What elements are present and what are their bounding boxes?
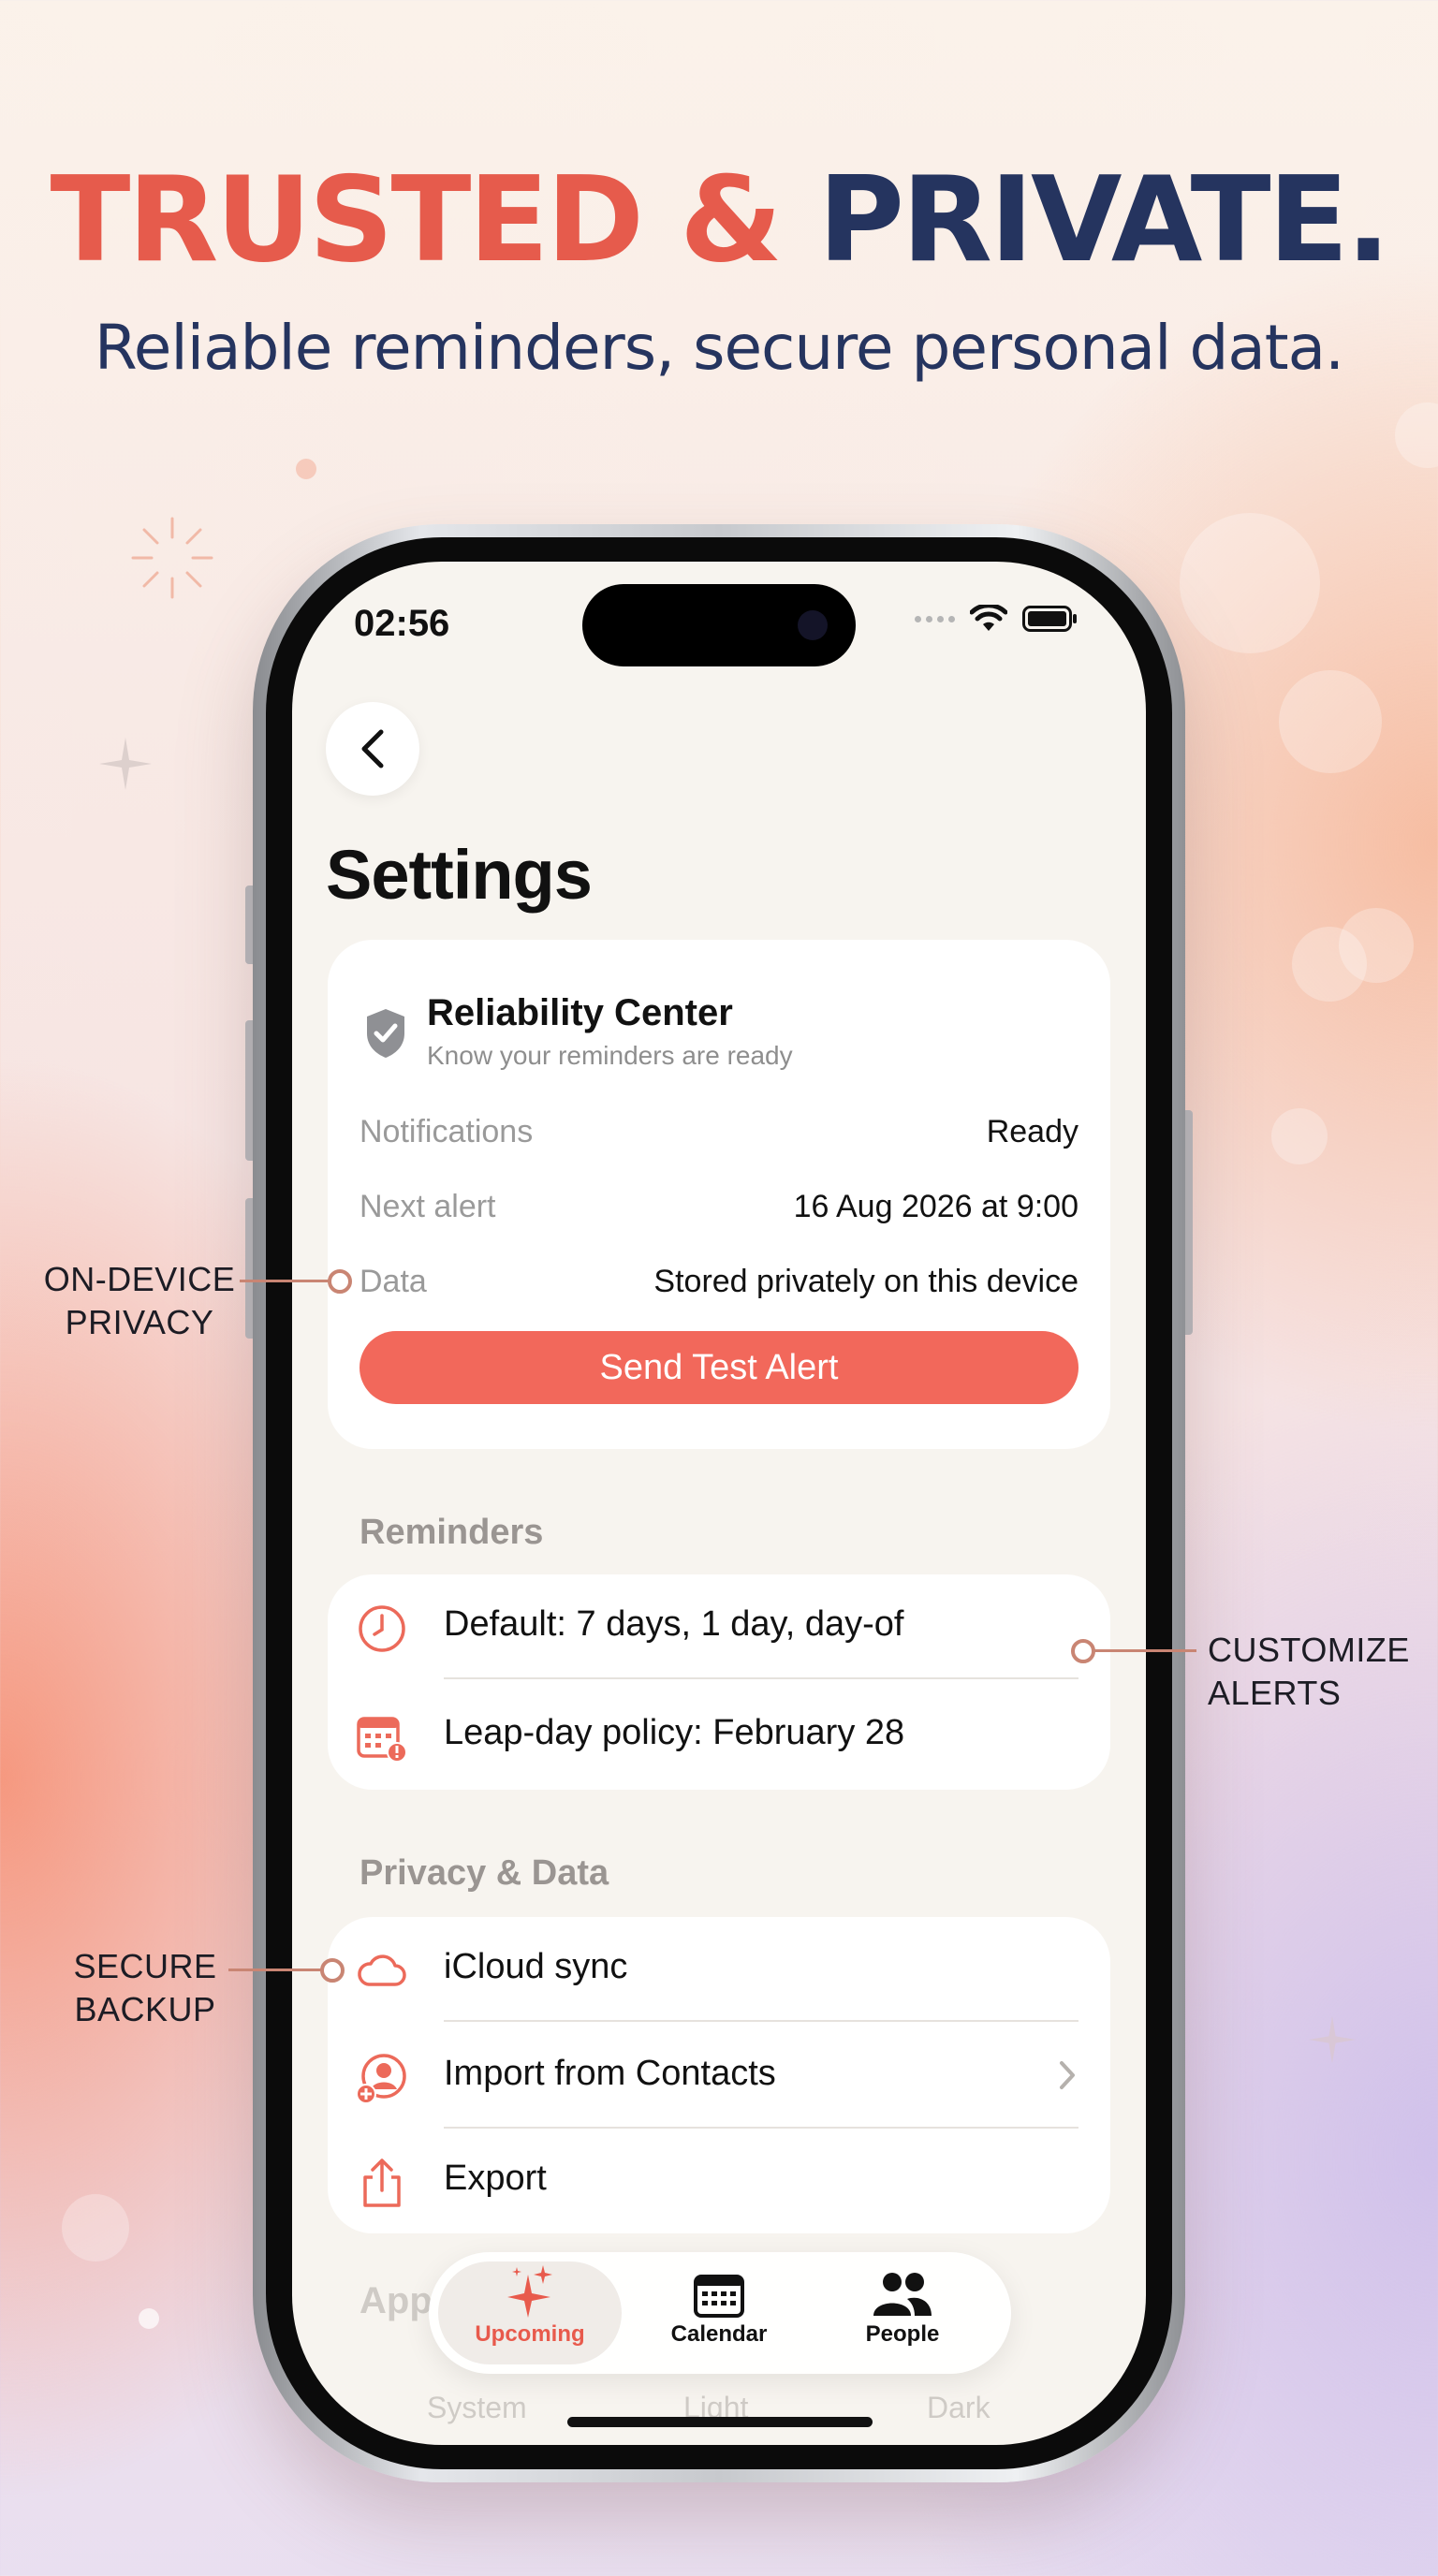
tab-label: Calendar xyxy=(670,2321,768,2347)
wifi-icon xyxy=(970,605,1007,631)
tab-bar: Upcoming Calendar People xyxy=(429,2252,1011,2374)
calendar-icon xyxy=(694,2275,744,2318)
callout-connector xyxy=(228,1969,326,1971)
people-icon xyxy=(873,2273,932,2316)
callout-customize-alerts: CUSTOMIZE ALERTS xyxy=(1208,1629,1410,1715)
status-row-data: Data Stored privately on this device xyxy=(360,1258,1078,1305)
bokeh-decoration xyxy=(296,459,316,479)
chevron-left-icon xyxy=(361,729,384,768)
bokeh-decoration xyxy=(62,2194,129,2261)
sparkle-icon xyxy=(99,738,152,790)
bokeh-decoration xyxy=(1395,402,1438,468)
sparkles-icon xyxy=(507,2265,552,2318)
callout-connector xyxy=(240,1280,333,1282)
reliability-subtitle: Know your reminders are ready xyxy=(427,1041,793,1070)
bokeh-decoration xyxy=(1279,670,1382,773)
callout-dot xyxy=(320,1958,345,1983)
tab-people[interactable]: People xyxy=(811,2261,994,2364)
tab-calendar[interactable]: Calendar xyxy=(627,2261,811,2364)
signal-icon xyxy=(915,615,955,622)
callout-on-device-privacy: ON-DEVICE PRIVACY xyxy=(41,1258,238,1344)
send-test-alert-button[interactable]: Send Test Alert xyxy=(360,1331,1078,1404)
callout-line-2: PRIVACY xyxy=(65,1303,214,1341)
bokeh-decoration xyxy=(1339,908,1414,983)
divider xyxy=(444,2020,1078,2022)
callout-dot xyxy=(1071,1639,1095,1663)
tab-upcoming[interactable]: Upcoming xyxy=(438,2261,622,2364)
reliability-card: Reliability Center Know your reminders a… xyxy=(328,940,1110,1449)
divider xyxy=(444,1677,1078,1679)
cloud-icon xyxy=(358,1954,406,1986)
row-label: Export xyxy=(444,2159,547,2198)
row-label: iCloud sync xyxy=(444,1947,628,1986)
status-row-next-alert: Next alert 16 Aug 2026 at 9:00 xyxy=(360,1183,1078,1230)
contact-add-icon xyxy=(356,2054,406,2104)
privacy-card: iCloud sync Import from Contacts Export xyxy=(328,1917,1110,2233)
row-label: Leap-day policy: February 28 xyxy=(444,1713,905,1752)
callout-dot xyxy=(328,1269,352,1294)
headline: TRUSTED & PRIVATE. xyxy=(0,150,1438,290)
bokeh-decoration xyxy=(139,2308,159,2329)
callout-line-1: ON-DEVICE xyxy=(43,1260,236,1298)
row-key: Data xyxy=(360,1263,427,1299)
row-key: Notifications xyxy=(360,1113,534,1149)
row-label: Import from Contacts xyxy=(444,2054,776,2093)
row-label: Default: 7 days, 1 day, day-of xyxy=(444,1604,904,1644)
chevron-right-icon xyxy=(1060,2061,1075,2089)
dynamic-island xyxy=(582,584,856,666)
battery-icon xyxy=(1022,606,1077,632)
icloud-sync-row[interactable]: iCloud sync xyxy=(328,1917,1110,2022)
row-value: Stored privately on this device xyxy=(653,1263,1078,1299)
row-value: 16 Aug 2026 at 9:00 xyxy=(793,1188,1078,1224)
callout-line-1: SECURE xyxy=(73,1947,217,1985)
callout-secure-backup: SECURE BACKUP xyxy=(56,1945,234,2031)
shield-check-icon xyxy=(367,1009,404,1058)
appearance-option-dark[interactable]: Dark xyxy=(927,2391,990,2425)
section-header-appearance: App xyxy=(360,2280,433,2321)
page-title: Settings xyxy=(326,836,593,914)
bokeh-decoration xyxy=(1180,513,1320,653)
status-icons xyxy=(915,605,1078,633)
reminders-card: Default: 7 days, 1 day, day-of Leap-day … xyxy=(328,1574,1110,1790)
export-row[interactable]: Export xyxy=(328,2129,1110,2233)
callout-line-2: ALERTS xyxy=(1208,1674,1342,1712)
appearance-option-system[interactable]: System xyxy=(427,2391,527,2425)
import-contacts-row[interactable]: Import from Contacts xyxy=(328,2024,1110,2129)
headline-private: PRIVATE. xyxy=(817,151,1391,288)
row-value: Ready xyxy=(986,1113,1078,1149)
status-time: 02:56 xyxy=(354,603,450,644)
clock-icon xyxy=(359,1605,405,1652)
callout-line-1: CUSTOMIZE xyxy=(1208,1631,1410,1669)
sparkle-icon xyxy=(1308,2015,1357,2064)
section-header-reminders: Reminders xyxy=(360,1513,544,1552)
reminder-default-row[interactable]: Default: 7 days, 1 day, day-of xyxy=(328,1574,1110,1679)
subheadline: Reliable reminders, secure personal data… xyxy=(94,312,1344,384)
callout-line-2: BACKUP xyxy=(74,1990,216,2028)
camera-icon xyxy=(798,610,828,640)
home-indicator xyxy=(567,2417,873,2427)
phone-screen: 02:56 Settings Reliability Center Know y… xyxy=(292,562,1146,2445)
status-row-notifications: Notifications Ready xyxy=(360,1108,1078,1155)
reminder-leap-day-row[interactable]: Leap-day policy: February 28 xyxy=(328,1683,1110,1788)
headline-trusted: TRUSTED & xyxy=(50,151,782,288)
callout-connector xyxy=(1092,1649,1196,1652)
back-button[interactable] xyxy=(326,702,419,796)
share-icon xyxy=(363,2159,401,2207)
bokeh-decoration xyxy=(1271,1108,1328,1164)
calendar-alert-icon xyxy=(357,1717,407,1763)
burst-icon xyxy=(131,517,213,599)
tab-label: People xyxy=(865,2321,940,2347)
section-header-privacy: Privacy & Data xyxy=(360,1853,609,1893)
tab-label: Upcoming xyxy=(475,2321,585,2347)
reliability-title: Reliability Center xyxy=(427,992,733,1033)
row-key: Next alert xyxy=(360,1188,496,1224)
